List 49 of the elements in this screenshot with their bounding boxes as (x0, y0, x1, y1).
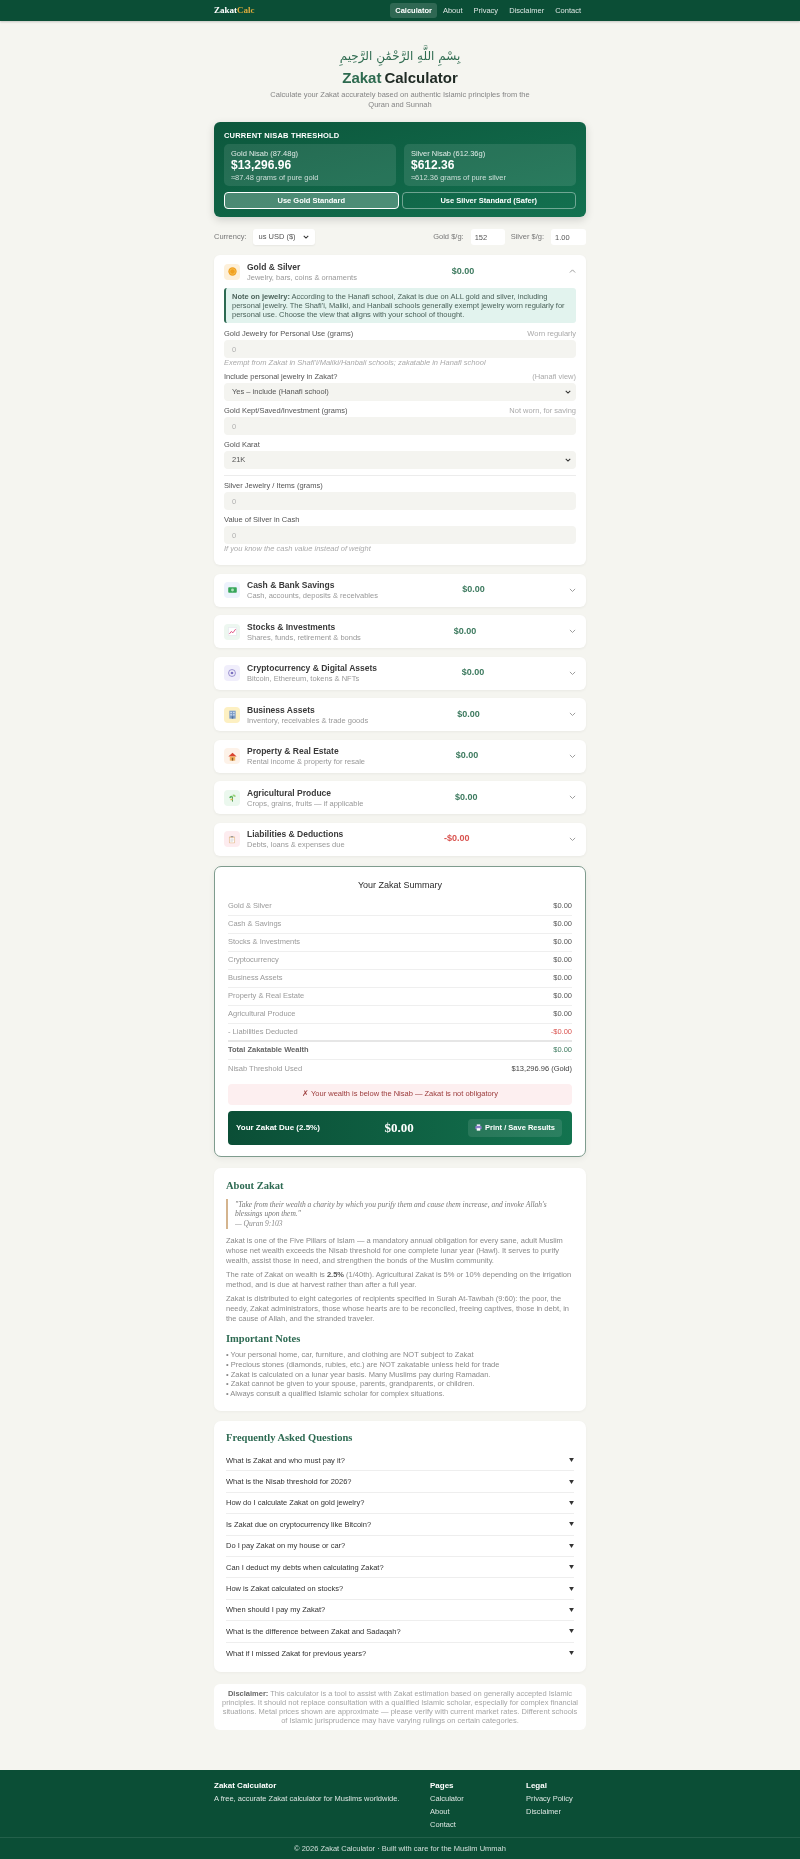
banknote-icon (224, 582, 240, 598)
section-heading: About Zakat (226, 1178, 284, 1192)
category-title: Stocks & Investments (247, 621, 336, 633)
chevron-down-icon[interactable] (569, 712, 576, 717)
coin-outline-icon (224, 665, 240, 681)
chevron-down-icon[interactable] (569, 629, 576, 634)
category-total: $0.00 (461, 666, 485, 680)
footer-brand: Zakat Calculator (214, 1781, 277, 1791)
building-icon (224, 706, 240, 723)
sprout-icon (224, 789, 240, 806)
house-icon (224, 748, 240, 764)
category-title: Business Assets (247, 704, 315, 716)
line-chart-icon (224, 623, 240, 640)
category-total: $0.00 (453, 624, 477, 638)
clipboard-icon (224, 831, 240, 847)
footer-heading: Legal (526, 1781, 547, 1791)
category-title: Agricultural Produce (247, 787, 332, 799)
caret-icon (565, 390, 571, 394)
caret-icon (565, 458, 571, 462)
page-title: Zakat Calculator (342, 69, 458, 87)
section-heading: Important Notes (226, 1332, 301, 1345)
due-label: Your Zakat Due (2.5%) (236, 1121, 320, 1134)
category-total: -$0.00 (444, 832, 470, 846)
chevron-down-icon[interactable] (569, 587, 576, 593)
category-title: Liabilities & Deductions (247, 829, 344, 840)
footer-heading: Pages (430, 1781, 454, 1791)
category-total: $0.00 (462, 583, 485, 597)
category-total: $0.00 (457, 707, 480, 721)
chevron-down-icon[interactable] (569, 670, 576, 676)
summary-title: Your Zakat Summary (357, 878, 443, 891)
chevron-down-icon[interactable] (569, 795, 576, 800)
section-heading: Frequently Asked Questions (226, 1431, 353, 1444)
due-amount: $0.00 (384, 1118, 414, 1137)
category-title: Cryptocurrency & Digital Assets (247, 663, 378, 674)
category-total: $0.00 (454, 790, 478, 804)
category-title: Property & Real Estate (247, 746, 339, 757)
printer-icon (474, 1124, 482, 1131)
category-total: $0.00 (455, 749, 479, 763)
category-total: $0.00 (451, 264, 475, 278)
chevron-down-icon[interactable] (569, 753, 576, 759)
nisab-amount: $612.36 (411, 158, 455, 173)
nisab-amount: $13,296.96 (231, 158, 292, 173)
category-title: Gold & Silver (247, 261, 301, 273)
chevron-down-icon[interactable] (569, 836, 576, 842)
chevron-up-icon[interactable] (569, 269, 576, 274)
coin-icon (224, 263, 240, 280)
site-logo[interactable]: ZakatCalc (214, 5, 255, 16)
caret-icon (302, 235, 309, 239)
category-title: Cash & Bank Savings (247, 580, 335, 591)
